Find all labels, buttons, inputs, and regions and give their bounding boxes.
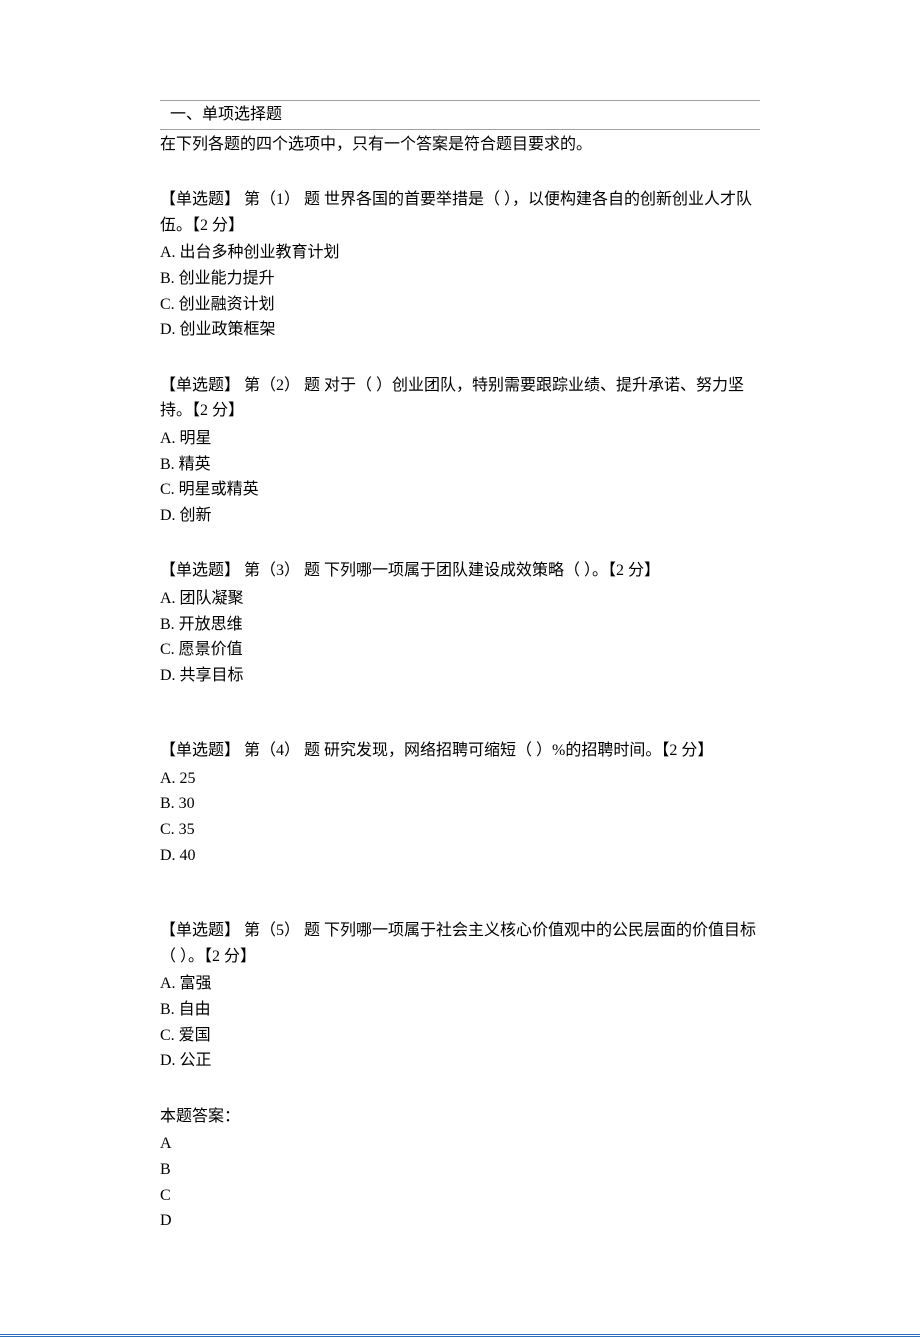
- option-b: B. 30: [160, 791, 760, 817]
- answer-d: D: [160, 1208, 760, 1234]
- question-3: 【单选题】 第（3） 题 下列哪一项属于团队建设成效策略（ ）。【2 分】 A.…: [160, 558, 760, 688]
- question-4: 【单选题】 第（4） 题 研究发现，网络招聘可缩短（ ）%的招聘时间。【2 分】…: [160, 738, 760, 868]
- section-title: 一、单项选择题: [160, 100, 760, 130]
- option-d: D. 共享目标: [160, 663, 760, 689]
- question-5: 【单选题】 第（5） 题 下列哪一项属于社会主义核心价值观中的公民层面的价值目标…: [160, 918, 760, 1074]
- answer-a: A: [160, 1131, 760, 1157]
- option-a: A. 出台多种创业教育计划: [160, 240, 760, 266]
- question-1: 【单选题】 第（1） 题 世界各国的首要举措是（ ），以便构建各自的创新创业人才…: [160, 187, 760, 343]
- question-2: 【单选题】 第（2） 题 对于（ ）创业团队，特别需要跟踪业绩、提升承诺、努力坚…: [160, 373, 760, 529]
- option-b: B. 开放思维: [160, 612, 760, 638]
- option-d: D. 创业政策框架: [160, 317, 760, 343]
- question-text: 【单选题】 第（1） 题 世界各国的首要举措是（ ），以便构建各自的创新创业人才…: [160, 187, 760, 238]
- option-b: B. 自由: [160, 997, 760, 1023]
- option-c: C. 明星或精英: [160, 477, 760, 503]
- answer-section: 本题答案： A B C D: [160, 1104, 760, 1234]
- option-a: A. 明星: [160, 426, 760, 452]
- option-d: D. 公正: [160, 1048, 760, 1074]
- option-a: A. 25: [160, 766, 760, 792]
- option-c: C. 35: [160, 817, 760, 843]
- answer-b: B: [160, 1157, 760, 1183]
- document-page: 一、单项选择题 在下列各题的四个选项中，只有一个答案是符合题目要求的。 【单选题…: [0, 0, 920, 1337]
- question-text: 【单选题】 第（4） 题 研究发现，网络招聘可缩短（ ）%的招聘时间。【2 分】: [160, 738, 760, 764]
- option-a: A. 富强: [160, 971, 760, 997]
- option-a: A. 团队凝聚: [160, 586, 760, 612]
- answer-c: C: [160, 1183, 760, 1209]
- option-b: B. 精英: [160, 452, 760, 478]
- option-c: C. 创业融资计划: [160, 292, 760, 318]
- answer-title: 本题答案：: [160, 1104, 760, 1130]
- option-b: B. 创业能力提升: [160, 266, 760, 292]
- option-c: C. 愿景价值: [160, 637, 760, 663]
- section-instruction: 在下列各题的四个选项中，只有一个答案是符合题目要求的。: [160, 132, 760, 158]
- question-text: 【单选题】 第（2） 题 对于（ ）创业团队，特别需要跟踪业绩、提升承诺、努力坚…: [160, 373, 760, 424]
- option-d: D. 创新: [160, 503, 760, 529]
- question-text: 【单选题】 第（3） 题 下列哪一项属于团队建设成效策略（ ）。【2 分】: [160, 558, 760, 584]
- question-text: 【单选题】 第（5） 题 下列哪一项属于社会主义核心价值观中的公民层面的价值目标…: [160, 918, 760, 969]
- option-c: C. 爱国: [160, 1023, 760, 1049]
- option-d: D. 40: [160, 843, 760, 869]
